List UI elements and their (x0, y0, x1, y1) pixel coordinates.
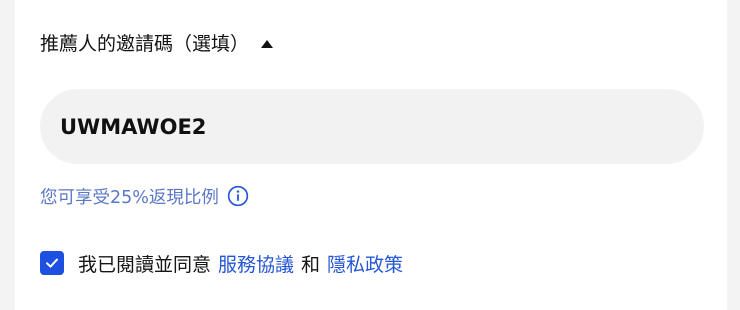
and-text: 和 (301, 253, 321, 276)
referral-section-toggle[interactable]: 推薦人的邀請碼（選填） (40, 28, 274, 60)
referral-title: 推薦人的邀請碼（選填） (40, 33, 250, 55)
rebate-text: 您可享受25%返現比例 (40, 187, 219, 208)
referral-panel: 推薦人的邀請碼（選填） 您可享受25%返現比例 我已閱讀並同意 服務協議 和 隱… (15, 0, 727, 310)
rebate-note: 您可享受25%返現比例 (40, 180, 249, 212)
info-circle-icon[interactable] (227, 185, 249, 207)
terms-link[interactable]: 服務協議 (218, 250, 294, 277)
agreement-checkbox[interactable] (40, 251, 64, 275)
agreement-row: 我已閱讀並同意 服務協議 和 隱私政策 (40, 247, 403, 279)
caret-up-icon (261, 40, 274, 48)
check-icon (46, 258, 58, 268)
referral-code-input[interactable] (40, 89, 704, 164)
agreement-text: 我已閱讀並同意 (78, 253, 212, 276)
privacy-link[interactable]: 隱私政策 (327, 250, 403, 277)
